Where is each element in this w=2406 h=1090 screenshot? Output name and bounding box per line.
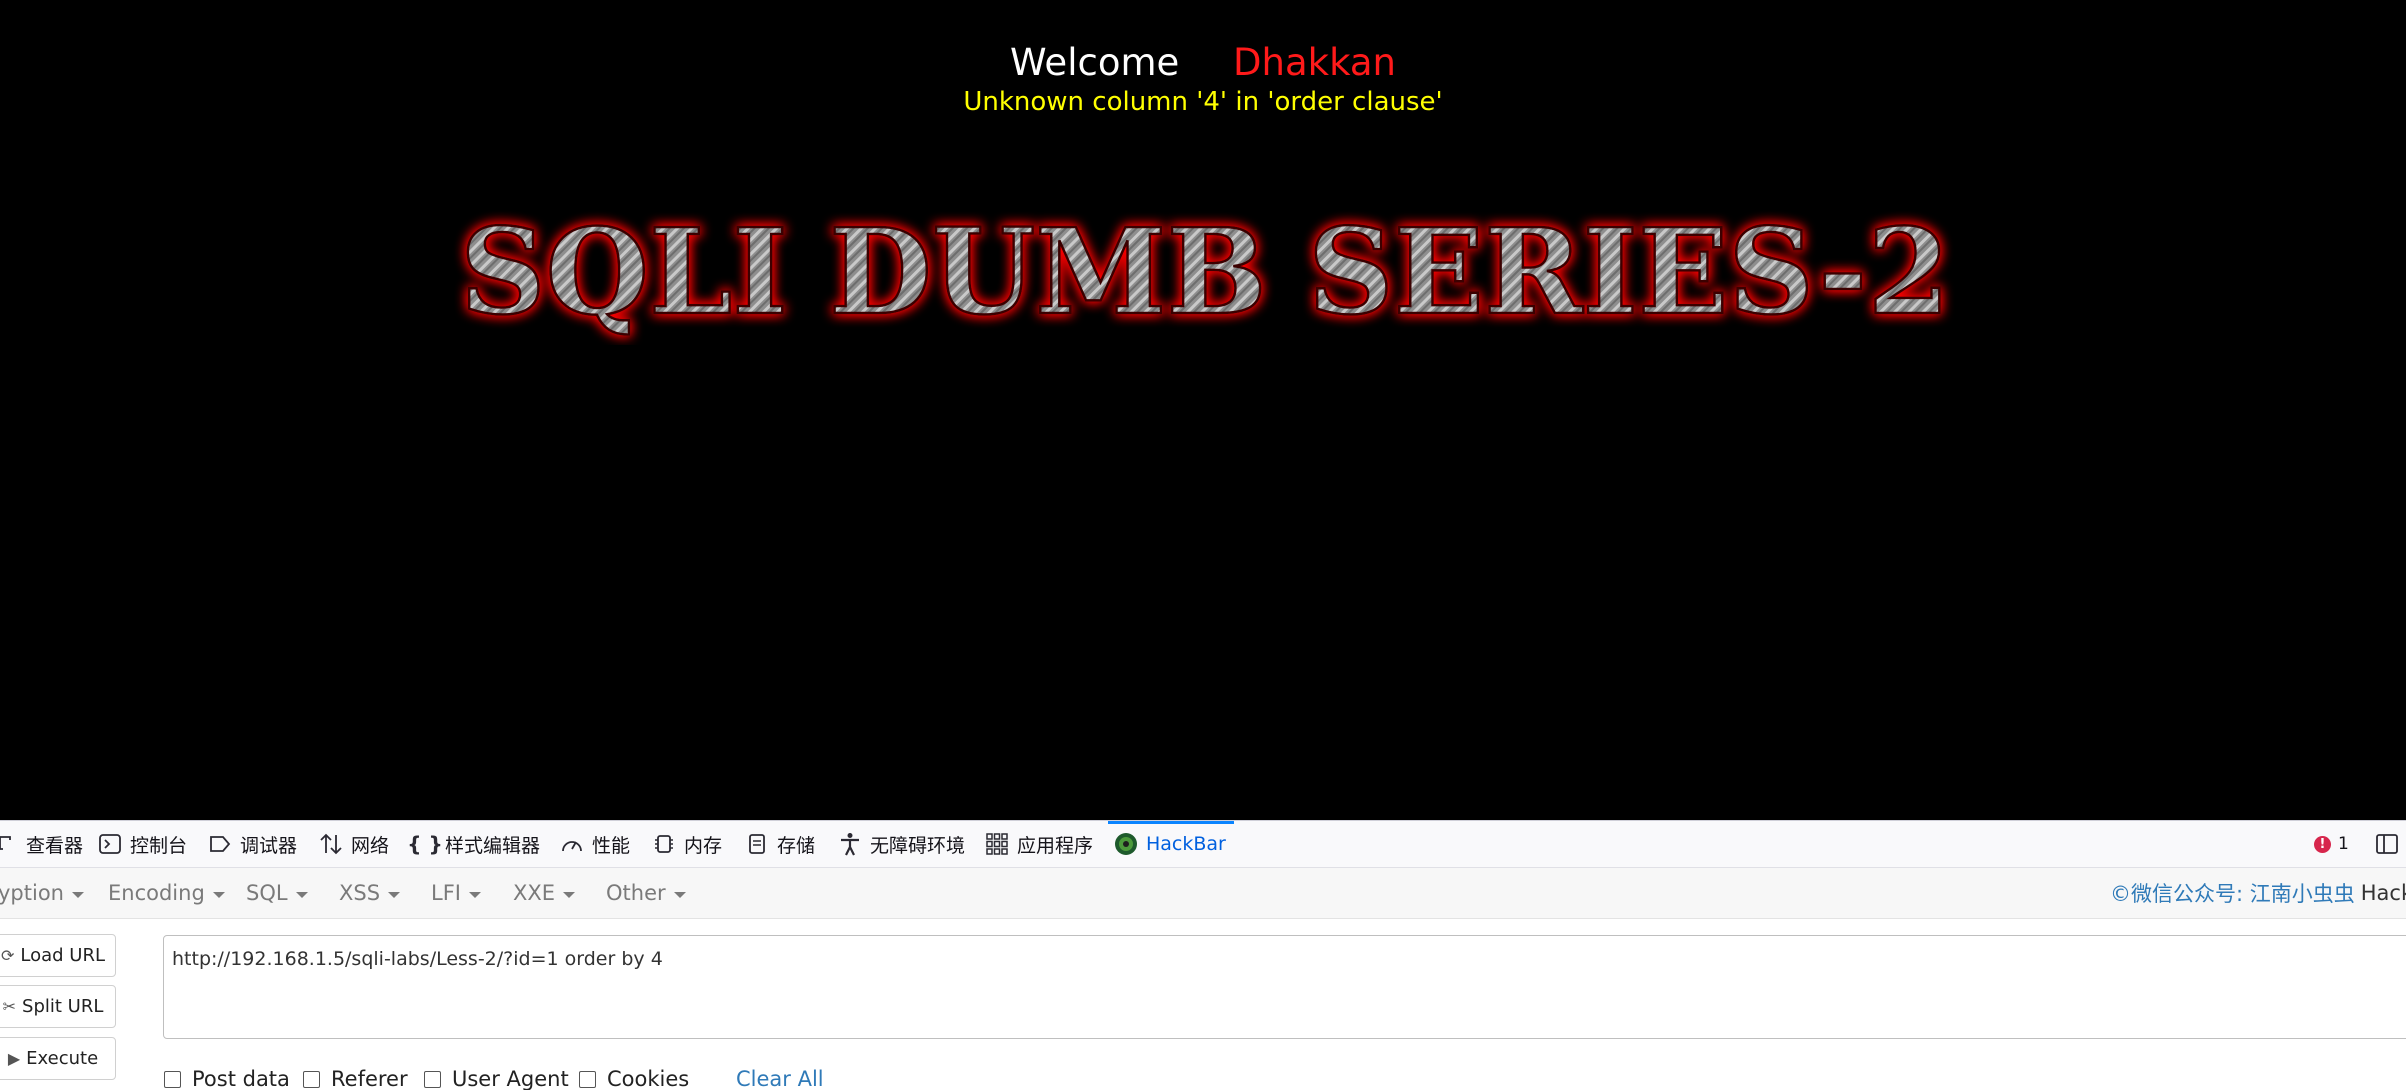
clear-all-label: Clear All: [736, 1067, 824, 1090]
tab-label: 无障碍环境: [870, 834, 966, 857]
tab-performance[interactable]: 性能: [560, 821, 630, 867]
url-input[interactable]: http://192.168.1.5/sqli-labs/Less-2/?id=…: [163, 935, 2406, 1039]
user-agent-checkbox[interactable]: User Agent: [424, 1064, 569, 1090]
button-label: Execute: [26, 1048, 99, 1069]
welcome-text: Welcome: [1010, 41, 1180, 84]
hackbar-menu: yption Encoding SQL XSS LFI XXE Other ©微…: [0, 868, 2406, 919]
caret-down-icon: [468, 891, 481, 898]
inspector-icon: [0, 832, 18, 856]
tab-label: 内存: [684, 834, 723, 857]
tab-label: 调试器: [240, 834, 298, 857]
devtools-panel: 查看器 控制台 调试器 网络 { } 样式编辑器 性能 内存 存储 无障碍环境 …: [0, 820, 2406, 1090]
hackbar-icon: [1114, 832, 1138, 856]
menu-label: Encoding: [108, 881, 205, 905]
hackbar-credit: ©微信公众号: 江南小虫虫 Hackl: [2110, 868, 2406, 918]
credit-link[interactable]: ©微信公众号: 江南小虫虫: [2110, 878, 2355, 908]
tab-application[interactable]: 应用程序: [985, 821, 1093, 867]
menu-label: yption: [0, 881, 64, 905]
load-icon: ⟳: [0, 946, 15, 965]
error-counter[interactable]: ! 1: [2314, 821, 2349, 867]
option-label: User Agent: [452, 1067, 569, 1090]
option-label: Post data: [192, 1067, 290, 1090]
sql-error-message: Unknown column '4' in 'order clause': [963, 87, 1443, 117]
menu-label: Other: [606, 881, 666, 905]
option-label: Cookies: [607, 1067, 690, 1090]
tab-label: 性能: [592, 834, 631, 857]
tab-inspector[interactable]: 查看器: [0, 821, 83, 867]
menu-encryption[interactable]: yption: [0, 868, 84, 918]
menu-label: XSS: [339, 881, 381, 905]
tab-console[interactable]: 控制台: [98, 821, 187, 867]
checkbox-icon: [303, 1070, 320, 1088]
tab-label: 网络: [351, 834, 390, 857]
menu-xxe[interactable]: XXE: [513, 868, 576, 918]
devtools-toolbar: 查看器 控制台 调试器 网络 { } 样式编辑器 性能 内存 存储 无障碍环境 …: [0, 821, 2406, 868]
tab-label: 样式编辑器: [445, 834, 541, 857]
error-icon: !: [2314, 835, 2331, 853]
split-icon: ✂: [2, 997, 17, 1016]
tab-label: HackBar: [1146, 833, 1226, 855]
checkbox-icon: [164, 1070, 181, 1088]
accessibility-icon: [838, 832, 862, 856]
tab-storage[interactable]: 存储: [745, 821, 815, 867]
dock-side-icon[interactable]: [2375, 832, 2399, 856]
menu-lfi[interactable]: LFI: [431, 868, 481, 918]
cookies-checkbox[interactable]: Cookies: [579, 1064, 689, 1090]
network-icon: [319, 832, 343, 856]
split-url-button[interactable]: ✂ Split URL: [0, 985, 116, 1028]
menu-sql[interactable]: SQL: [246, 868, 308, 918]
caret-down-icon: [295, 891, 308, 898]
url-value: http://192.168.1.5/sqli-labs/Less-2/?id=…: [172, 948, 663, 970]
option-label: Referer: [331, 1067, 408, 1090]
menu-encoding[interactable]: Encoding: [108, 868, 225, 918]
tab-accessibility[interactable]: 无障碍环境: [838, 821, 965, 867]
credit-suffix: Hackl: [2360, 881, 2406, 905]
tab-memory[interactable]: 内存: [652, 821, 722, 867]
banner-title: SQLI DUMB SERIES-2: [460, 202, 1950, 341]
caret-down-icon: [673, 891, 686, 898]
caret-down-icon: [212, 891, 225, 898]
tab-debugger[interactable]: 调试器: [208, 821, 297, 867]
debugger-icon: [208, 832, 232, 856]
clear-all-link[interactable]: Clear All: [736, 1064, 824, 1090]
memory-icon: [652, 832, 676, 856]
checkbox-icon: [424, 1070, 441, 1088]
caret-down-icon: [71, 891, 84, 898]
execute-button[interactable]: ▶ Execute: [0, 1037, 116, 1080]
application-icon: [985, 832, 1009, 856]
sqli-dumb-series-banner: SQLI DUMB SERIES-2: [440, 195, 1970, 345]
page-content: Welcome Dhakkan Unknown column '4' in 'o…: [0, 0, 2406, 820]
button-label: Split URL: [22, 996, 104, 1017]
tab-hackbar[interactable]: HackBar: [1108, 821, 1234, 867]
menu-xss[interactable]: XSS: [339, 868, 401, 918]
style-editor-icon: { }: [407, 832, 443, 856]
tab-label: 控制台: [130, 834, 188, 857]
button-label: Load URL: [20, 945, 106, 966]
tab-label: 应用程序: [1017, 834, 1094, 857]
caret-down-icon: [563, 891, 576, 898]
tab-label: 查看器: [26, 834, 84, 857]
menu-label: XXE: [513, 881, 556, 905]
menu-label: LFI: [431, 881, 461, 905]
load-url-button[interactable]: ⟳ Load URL: [0, 934, 116, 977]
menu-label: SQL: [246, 881, 288, 905]
tab-network[interactable]: 网络: [319, 821, 389, 867]
referer-checkbox[interactable]: Referer: [303, 1064, 408, 1090]
tab-style-editor[interactable]: { } 样式编辑器: [407, 821, 541, 867]
post-data-checkbox[interactable]: Post data: [164, 1064, 290, 1090]
caret-down-icon: [388, 891, 401, 898]
checkbox-icon: [579, 1070, 596, 1088]
error-count: 1: [2338, 834, 2349, 854]
execute-icon: ▶: [7, 1049, 21, 1068]
welcome-line: Welcome Dhakkan: [0, 38, 2406, 88]
tab-label: 存储: [777, 834, 816, 857]
storage-icon: [745, 832, 769, 856]
menu-other[interactable]: Other: [606, 868, 686, 918]
username: Dhakkan: [1233, 41, 1396, 84]
performance-icon: [560, 832, 584, 856]
console-icon: [98, 832, 122, 856]
